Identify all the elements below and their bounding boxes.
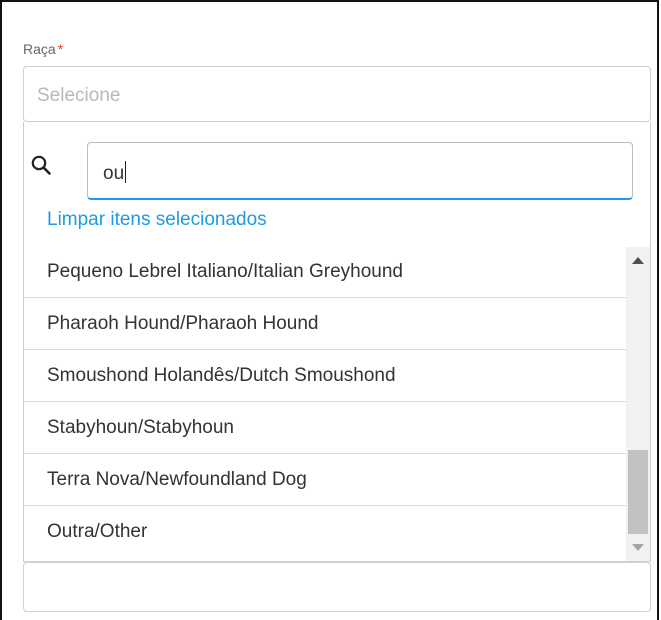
triangle-up-icon[interactable] [632,257,644,264]
search-input-text: ou [103,163,125,184]
search-input-value: ou [103,161,127,185]
required-indicator: * [57,41,64,57]
text-caret [125,161,127,183]
list-item[interactable]: Stabyhoun/Stabyhoun [24,402,626,454]
breed-options-list: Pequeno Lebrel Italiano/Italian Greyhoun… [24,246,626,561]
options-scrollbar[interactable] [626,247,650,561]
list-item[interactable]: Outra/Other [24,506,626,558]
triangle-down-icon[interactable] [632,544,644,551]
dropdown-search-input[interactable]: ou [87,142,633,200]
list-item[interactable]: Smoushond Holandês/Dutch Smoushond [24,350,626,402]
list-item[interactable]: Pharaoh Hound/Pharaoh Hound [24,298,626,350]
breed-select[interactable]: Selecione [23,66,651,122]
field-label-text: Raça [23,41,56,57]
search-icon [31,155,51,175]
field-label-raca: Raça * [23,41,63,57]
list-item[interactable]: Terra Nova/Newfoundland Dog [24,454,626,506]
next-field-box[interactable] [23,562,651,612]
select-placeholder: Selecione [37,85,121,106]
scrollbar-thumb[interactable] [628,450,648,534]
clear-selected-link[interactable]: Limpar itens selecionados [47,209,267,231]
list-item[interactable]: Pequeno Lebrel Italiano/Italian Greyhoun… [24,246,626,298]
